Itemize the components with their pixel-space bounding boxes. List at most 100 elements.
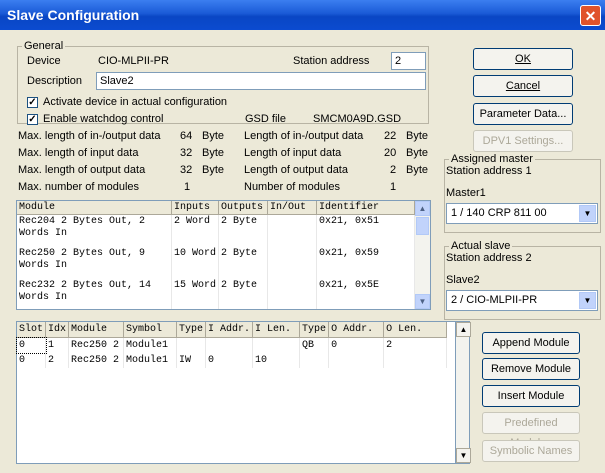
master-select[interactable]: 1 / 140 CRP 811 00 ▼ [446,203,598,224]
slot-table: Slot Idx Module Symbol Type I Addr. I Le… [16,322,447,368]
output-type-cell: QB [299,337,330,353]
col-input-type[interactable]: Type [176,322,207,338]
insert-module-button[interactable]: Insert Module [482,385,580,407]
activate-device-label: Activate device in actual configuration [43,96,228,108]
col-inout[interactable]: In/Out [267,201,317,215]
insert-module-label: Insert Module [497,390,565,402]
assigned-master-legend: Assigned master [451,153,533,165]
output-addr-cell [328,353,385,368]
watchdog-label: Enable watchdog control [43,113,164,125]
scroll-thumb[interactable] [416,217,429,235]
table-row[interactable]: 0 2 Rec250 2 Module1 IW 0 10 [17,353,447,368]
identifier-cell: 0x21, 0x51 [316,214,415,247]
col-slot[interactable]: Slot [17,322,47,338]
description-input[interactable]: Slave2 [96,72,426,90]
slave-name: Slave2 [446,274,480,286]
output-type-cell [299,353,330,368]
max-modules-value: 1 [184,181,191,193]
input-len-cell: 10 [252,353,301,368]
input-length-label: Length of input data [244,147,342,159]
module-cell: Rec250 2 Bytes Out, 9 Words In [17,247,172,279]
remove-module-label: Remove Module [490,363,572,375]
max-output-unit: Byte [202,164,225,176]
max-input-label: Max. length of input data [18,147,139,159]
input-type-cell: IW [176,353,207,368]
dpv1-settings-button[interactable]: DPV1 Settings... [473,130,573,152]
max-output-value: 32 [180,164,193,176]
input-length-unit: Byte [406,147,429,159]
symbolic-names-button[interactable]: Symbolic Names [482,440,580,462]
slot-table-scrollbar[interactable]: ▲ ▼ [455,321,471,464]
master-station-address: Station address 1 [446,165,532,177]
output-length-value: 2 [390,164,397,176]
table-row[interactable]: Rec232 2 Bytes Out, 14 Words In 15 Word … [17,279,415,309]
idx-cell: 1 [45,337,70,353]
col-output-addr[interactable]: O Addr. [328,322,385,338]
col-module[interactable]: Module [17,201,172,215]
parameter-data-label: Parameter Data... [479,108,567,120]
master-select-value: 1 / 140 CRP 811 00 [451,207,547,219]
table-row[interactable]: 0 1 Rec250 2 Module1 QB 0 2 [16,336,447,354]
title-bar: Slave Configuration ✕ [0,0,605,30]
watchdog-checkbox[interactable]: ✓ [27,114,38,125]
predefined-modules-button[interactable]: Predefined Modules [482,412,580,449]
chevron-down-icon: ▼ [579,292,596,309]
station-address-input[interactable]: 2 [391,52,426,70]
module-cell: Rec250 2 [68,337,125,353]
dpv1-settings-label: DPV1 Settings... [482,135,564,147]
col-symbol[interactable]: Symbol [123,322,178,338]
io-length-label: Length of in-/output data [244,130,364,142]
col-idx[interactable]: Idx [45,322,70,338]
slave-select-value: 2 / CIO-MLPII-PR [451,294,538,306]
col-outputs[interactable]: Outputs [218,201,268,215]
slave-select[interactable]: 2 / CIO-MLPII-PR ▼ [446,290,598,311]
io-length-unit: Byte [406,130,429,142]
module-cell: Rec250 2 [68,353,125,368]
max-modules-label: Max. number of modules [18,181,140,193]
output-addr-cell: 0 [328,337,385,353]
inputs-cell: 10 Word [171,247,219,279]
symbolic-names-label: Symbolic Names [489,445,573,457]
inputs-cell: 15 Word [171,279,219,309]
parameter-data-button[interactable]: Parameter Data... [473,103,573,125]
scroll-up-icon[interactable]: ▲ [456,322,471,337]
identifier-cell: 0x21, 0x59 [316,247,415,279]
max-io-unit: Byte [202,130,225,142]
col-input-addr[interactable]: I Addr. [205,322,254,338]
scroll-down-icon[interactable]: ▼ [415,294,430,309]
idx-cell: 2 [45,353,70,368]
module-table-scrollbar[interactable]: ▲ ▼ [415,201,430,309]
modules-count-value: 1 [390,181,397,193]
ok-button[interactable]: OK [473,48,573,70]
slot-cell: 0 [17,353,47,368]
output-length-unit: Byte [406,164,429,176]
col-inputs[interactable]: Inputs [171,201,219,215]
inputs-cell: 2 Word [171,214,219,247]
col-output-type[interactable]: Type [299,322,330,338]
chevron-down-icon: ▼ [579,205,596,222]
symbol-cell: Module1 [123,337,178,353]
col-input-len[interactable]: I Len. [252,322,301,338]
scroll-up-icon[interactable]: ▲ [415,201,430,216]
col-identifier[interactable]: Identifier [316,201,415,215]
remove-module-button[interactable]: Remove Module [482,358,580,380]
col-output-len[interactable]: O Len. [383,322,447,338]
close-button[interactable]: ✕ [580,5,601,26]
gsd-file-label: GSD file [245,113,286,125]
append-module-button[interactable]: Append Module [482,332,580,354]
input-length-value: 20 [384,147,397,159]
max-input-unit: Byte [202,147,225,159]
activate-device-checkbox[interactable]: ✓ [27,97,38,108]
module-table-container: Module Inputs Outputs In/Out Identifier … [16,200,431,310]
master-name: Master1 [446,187,486,199]
gsd-file-value: SMCM0A9D.GSD [313,113,402,125]
input-len-cell [252,337,301,353]
scroll-down-icon[interactable]: ▼ [456,448,471,463]
table-row[interactable]: Rec204 2 Bytes Out, 2 Words In 2 Word 2 … [17,214,415,247]
table-row[interactable]: Rec250 2 Bytes Out, 9 Words In 10 Word 2… [17,247,415,279]
slot-table-container: Slot Idx Module Symbol Type I Addr. I Le… [16,321,456,464]
cancel-button[interactable]: Cancel [473,75,573,97]
ok-button-label: OK [515,53,531,65]
module-cell: Rec204 2 Bytes Out, 2 Words In [17,214,172,247]
col-module[interactable]: Module [68,322,125,338]
